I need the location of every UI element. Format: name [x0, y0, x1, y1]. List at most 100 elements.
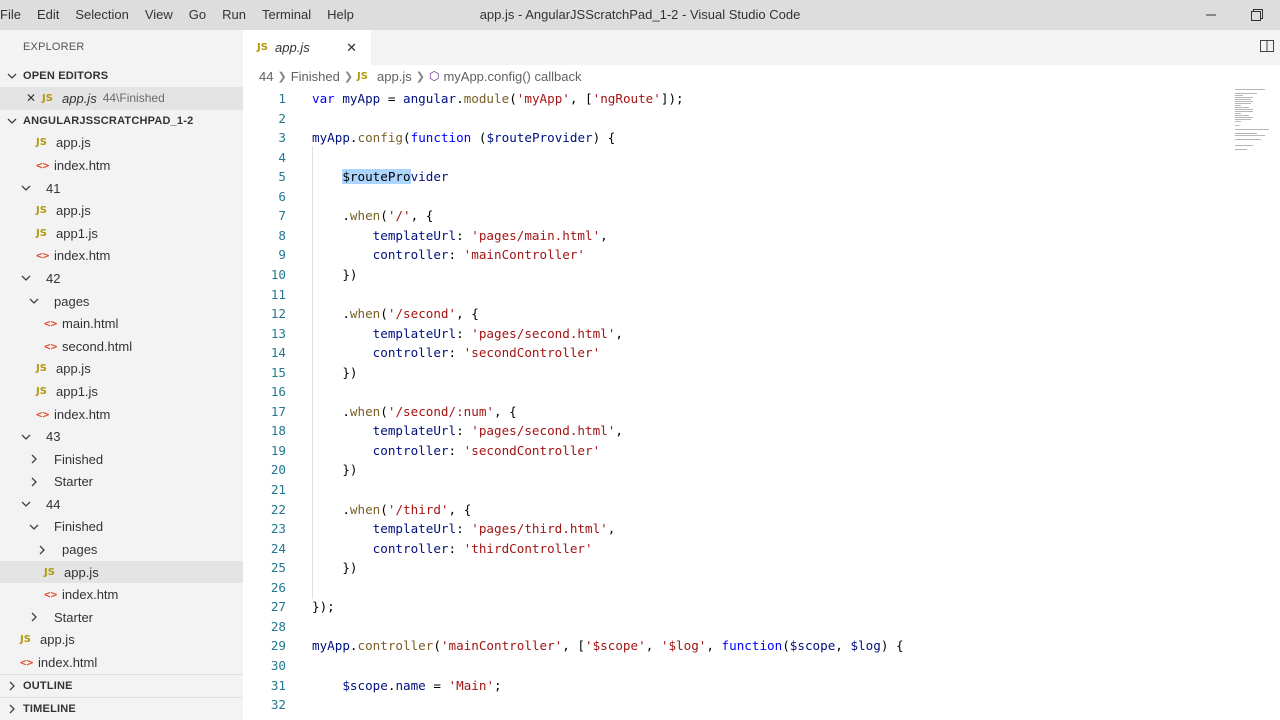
file-app-js[interactable]: JS app.js	[0, 132, 243, 155]
folder-label: Starter	[54, 609, 94, 625]
file-second-html[interactable]: <> second.html	[0, 335, 243, 358]
minimap[interactable]	[1231, 87, 1280, 157]
folder-starter[interactable]: Starter	[0, 471, 243, 494]
file-index-html[interactable]: <> index.html	[0, 651, 243, 674]
code-text: .when('/second', {	[312, 304, 479, 324]
line-number: 11	[270, 286, 286, 302]
code-editor[interactable]: 1 var myApp = angular.module('myApp', ['n…	[243, 87, 1280, 720]
outline-label: OUTLINE	[23, 680, 73, 692]
code-text: templateUrl: 'pages/third.html',	[312, 519, 616, 539]
open-editors-section[interactable]: OPEN EDITORS	[0, 65, 243, 87]
minimap-line	[1235, 113, 1241, 114]
code-token: .	[456, 91, 464, 106]
chevron-down-icon	[18, 499, 34, 509]
file-index-htm[interactable]: <> index.htm	[0, 583, 243, 606]
code-text: $scope.name = 'Main';	[312, 676, 501, 696]
code-token: .	[312, 306, 350, 322]
file-label: app.js	[64, 564, 99, 580]
menu-item-file[interactable]: File	[0, 0, 29, 30]
file-app-js[interactable]: JS app.js	[0, 199, 243, 222]
html-file-icon: <>	[44, 339, 58, 353]
restore-button[interactable]	[1234, 0, 1280, 30]
code-text: })	[312, 558, 358, 578]
line-number: 9	[278, 247, 286, 263]
file-index-htm[interactable]: <> index.htm	[0, 403, 243, 426]
file-app-js[interactable]: JS app.js	[0, 358, 243, 381]
file-label: index.htm	[54, 248, 111, 264]
folder-42[interactable]: 42	[0, 267, 243, 290]
code-token: ,	[835, 638, 851, 654]
code-token: templateUrl	[372, 325, 457, 341]
code-line: 20 })	[243, 460, 1243, 480]
file-app1-js[interactable]: JS app1.js	[0, 380, 243, 403]
folder-41[interactable]: 41	[0, 177, 243, 200]
breadcrumb-folder[interactable]: 44	[259, 69, 273, 84]
code-line: 23 templateUrl: 'pages/third.html',	[243, 519, 1243, 539]
close-icon[interactable]: ✕	[346, 40, 357, 56]
chevron-down-icon	[18, 183, 34, 193]
folder-finished[interactable]: Finished	[0, 516, 243, 539]
folder-pages[interactable]: pages	[0, 290, 243, 313]
breadcrumb-subfolder[interactable]: Finished	[291, 69, 340, 84]
code-text: templateUrl: 'pages/second.html',	[312, 324, 623, 344]
code-token: vider	[410, 169, 449, 185]
tab-app-js[interactable]: JS app.js ✕	[243, 30, 371, 65]
minimap-line	[1235, 121, 1241, 122]
code-text: myApp.controller('mainController', ['$sc…	[312, 636, 904, 656]
chevron-right-icon	[34, 545, 50, 555]
file-label: app.js	[56, 203, 91, 219]
folder-pages[interactable]: pages	[0, 538, 243, 561]
code-token: , [	[569, 91, 593, 106]
outline-section[interactable]: OUTLINE	[0, 674, 243, 697]
file-label: app.js	[56, 135, 91, 151]
split-editor-button[interactable]	[1260, 39, 1274, 56]
file-index-htm[interactable]: <> index.htm	[0, 154, 243, 177]
breadcrumb-file[interactable]: app.js	[377, 69, 412, 84]
line-number: 31	[270, 677, 286, 693]
code-token: 'pages/second.html'	[471, 423, 616, 439]
code-line: 27});	[243, 597, 1243, 617]
open-editor-item[interactable]: ✕ JS app.js 44\Finished	[0, 87, 243, 110]
file-label: main.html	[62, 316, 119, 332]
folder-43[interactable]: 43	[0, 425, 243, 448]
menu-item-help[interactable]: Help	[319, 0, 362, 30]
code-token: })	[312, 560, 358, 576]
code-token: :	[448, 540, 464, 556]
menu-item-run[interactable]: Run	[214, 0, 254, 30]
code-line: 25 })	[243, 558, 1243, 578]
project-section[interactable]: ANGULARJSSCRATCHPAD_1-2	[0, 110, 243, 132]
menu-item-go[interactable]: Go	[181, 0, 214, 30]
breadcrumb-symbol[interactable]: myApp.config() callback	[443, 69, 581, 84]
file-main-html[interactable]: <> main.html	[0, 312, 243, 335]
file-app1-js[interactable]: JS app1.js	[0, 222, 243, 245]
code-token: 'myApp'	[516, 91, 570, 106]
file-app-js[interactable]: JS app.js	[0, 629, 243, 652]
line-number: 29	[270, 638, 286, 654]
file-index-htm[interactable]: <> index.htm	[0, 245, 243, 268]
file-app-js[interactable]: JS app.js	[0, 560, 243, 584]
code-token: })	[312, 462, 358, 478]
timeline-section[interactable]: TIMELINE	[0, 697, 243, 720]
folder-finished[interactable]: Finished	[0, 448, 243, 471]
menu-item-selection[interactable]: Selection	[67, 0, 136, 30]
code-token: controller	[357, 638, 434, 654]
code-token: :	[456, 423, 472, 439]
menu-item-view[interactable]: View	[137, 0, 181, 30]
code-line: 31 $scope.name = 'Main';	[243, 676, 1243, 696]
minimap-line	[1235, 95, 1243, 96]
code-token: ) {	[592, 130, 616, 146]
folder-44[interactable]: 44	[0, 493, 243, 516]
minimap-line	[1235, 115, 1249, 116]
menu-item-edit[interactable]: Edit	[29, 0, 67, 30]
folder-starter[interactable]: Starter	[0, 606, 243, 629]
minimap-line	[1235, 133, 1257, 134]
minimize-button[interactable]	[1188, 0, 1234, 30]
tab-label: app.js	[275, 40, 310, 55]
code-text: controller: 'mainController'	[312, 245, 585, 265]
file-tree: JS app.js <> index.htm 41 JS app.js JS app1.js <>…	[0, 132, 243, 674]
menu-item-terminal[interactable]: Terminal	[254, 0, 319, 30]
file-label: index.html	[38, 655, 98, 671]
close-icon[interactable]: ✕	[22, 91, 40, 105]
